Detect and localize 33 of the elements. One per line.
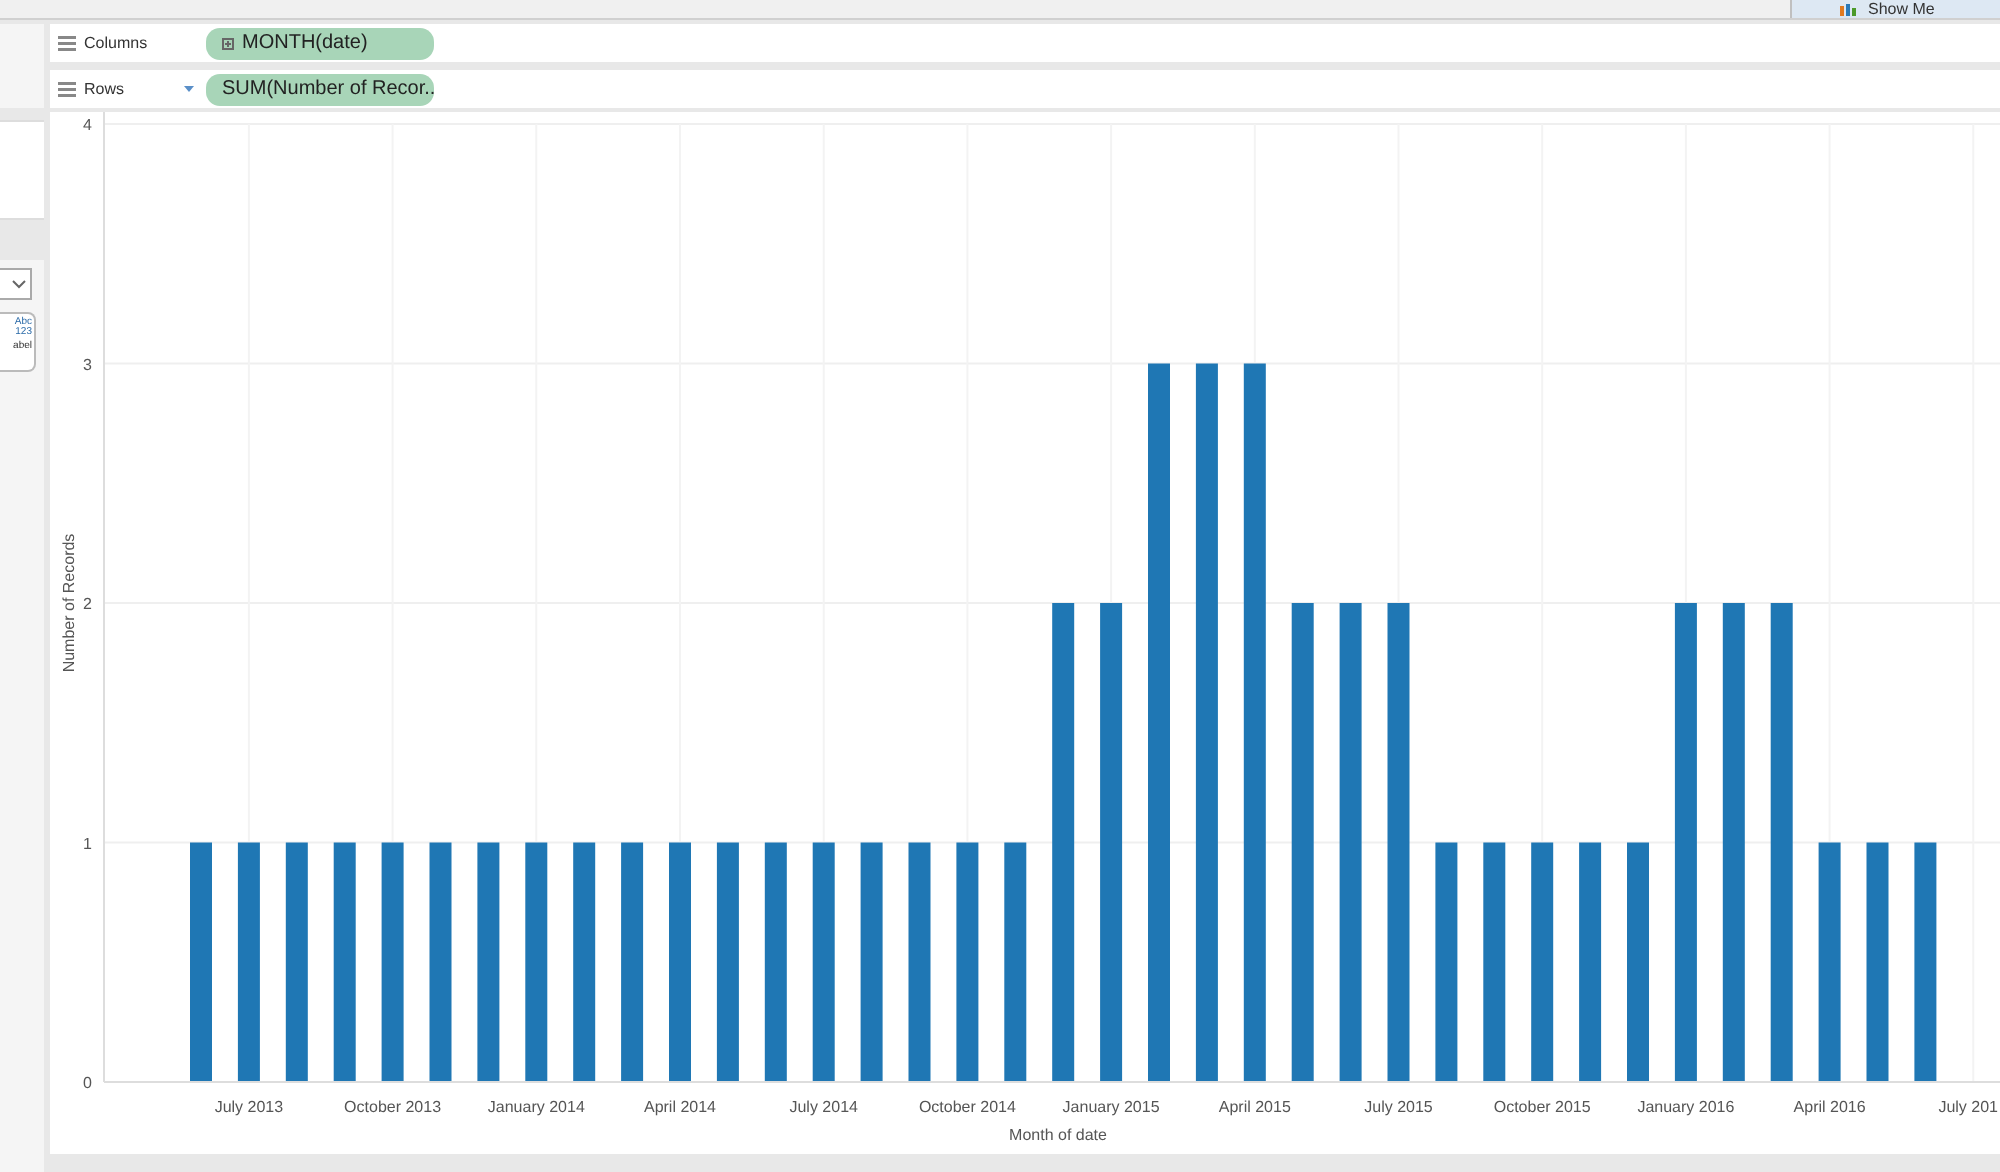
shelf-label: Rows [84,77,125,101]
x-tick-label: October 2014 [918,1098,1016,1116]
y-tick-label: 2 [83,595,92,613]
x-tick-label: January 2015 [1062,1098,1160,1116]
x-tick-label: July 2014 [789,1098,858,1116]
chevron-icon [12,279,26,289]
y-tick-label: 1 [83,834,92,853]
y-axis-title: Number of Records [60,533,78,673]
x-tick-label: April 2015 [1218,1098,1291,1116]
x-tick-label: July 2013 [214,1098,284,1116]
x-tick-label: October 2015 [1493,1098,1591,1116]
shelf-icon [58,81,76,97]
x-tick-label: October 2013 [344,1098,442,1116]
dropdown-arrow-icon[interactable] [184,86,194,92]
y-tick-label: 3 [83,355,92,374]
y-tick-label: 0 [83,1074,92,1092]
field-pill[interactable]: MONTH(date) [206,27,434,59]
dropdown[interactable] [0,268,32,300]
x-tick-label: July 201 [1938,1098,1998,1116]
y-tick-label: 4 [83,116,92,134]
shelf-icon [58,35,76,51]
show-me-label: Show Me [1868,0,1935,18]
x-tick-label: January 2014 [487,1098,585,1116]
x-tick-label: July 2015 [1364,1098,1433,1116]
show-me-button[interactable]: Show Me [1790,0,2000,18]
x-tick-label: April 2016 [1793,1098,1866,1116]
bar-chart-icon [1840,3,1860,15]
shelf-label: Columns [84,31,148,55]
field-pill[interactable]: SUM(Number of Recor.. [206,73,434,105]
x-tick-label: January 2016 [1637,1098,1735,1116]
x-tick-label: April 2014 [643,1098,717,1116]
x-axis-title: Month of date [1009,1126,1107,1144]
side-panel [0,120,44,220]
